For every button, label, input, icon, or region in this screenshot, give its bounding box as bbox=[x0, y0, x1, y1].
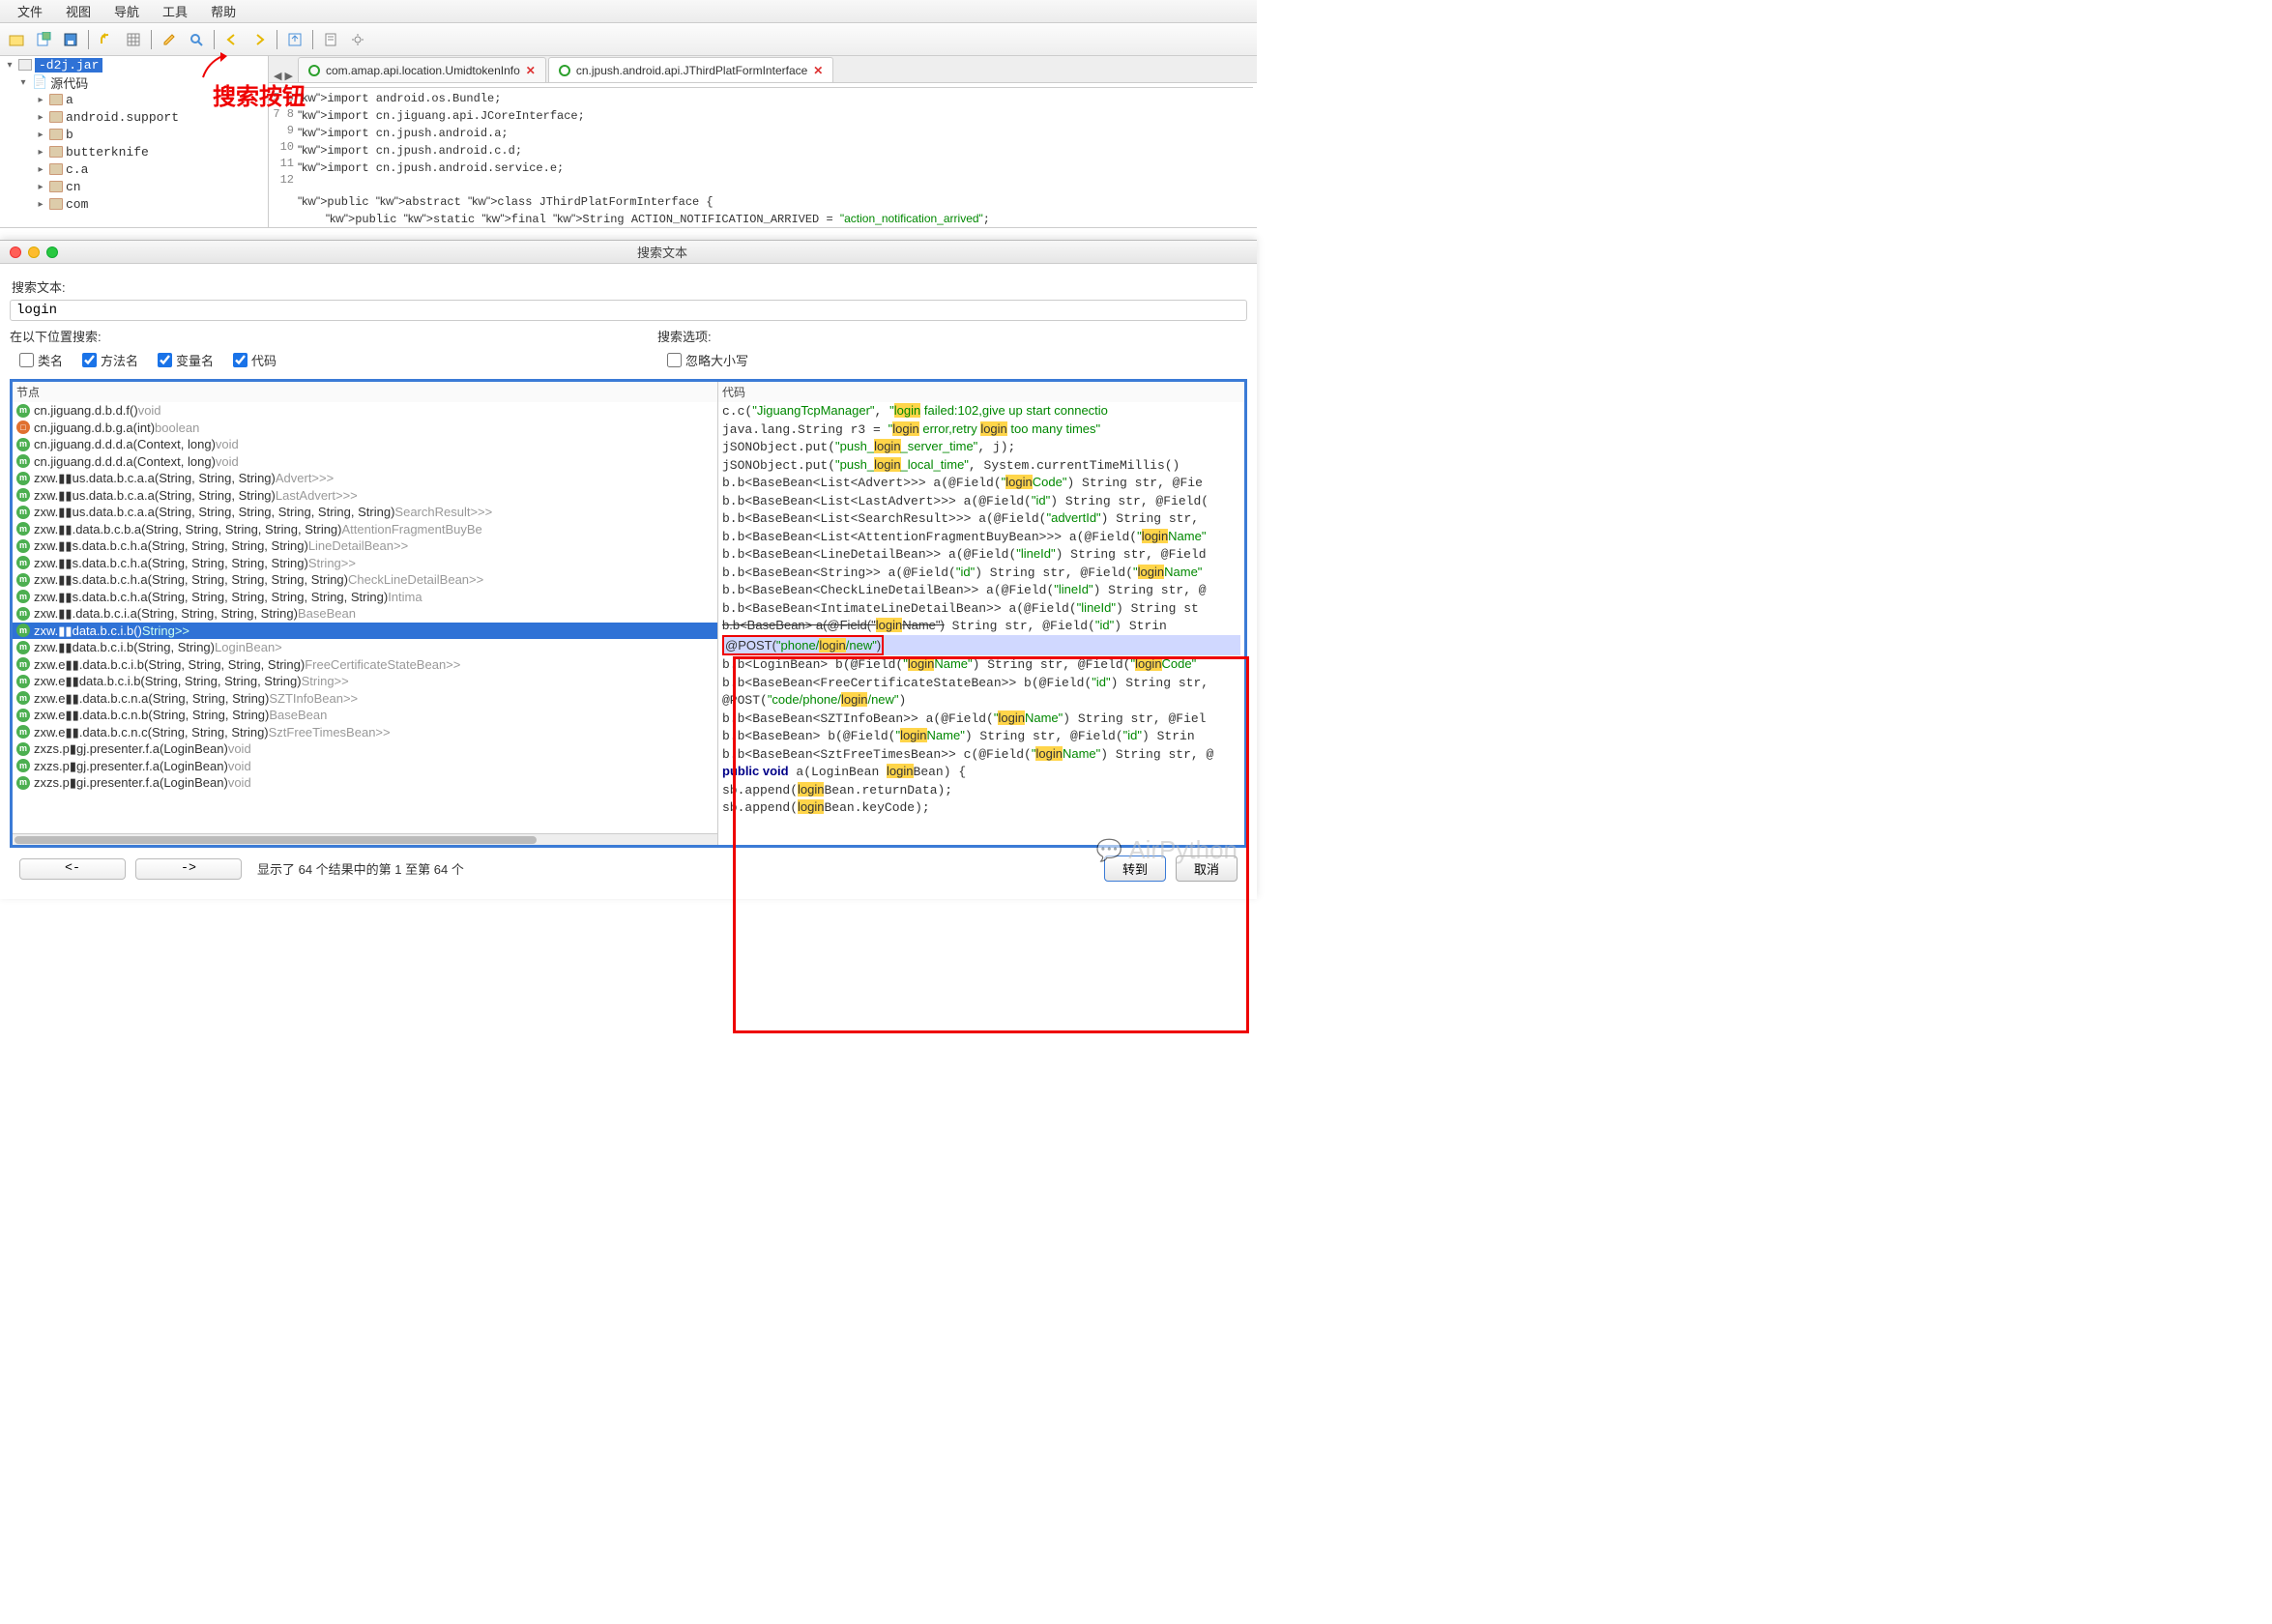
prev-button[interactable]: <- bbox=[19, 858, 126, 880]
tree-pkg[interactable]: ▸c.a bbox=[0, 160, 268, 178]
settings-icon[interactable] bbox=[345, 28, 370, 51]
main-area: ▾-d2j.jar ▾📄源代码 ▸a▸android.support▸b▸but… bbox=[0, 56, 1257, 228]
node-row[interactable]: mzxw.e▮▮.data.b.c.n.a(String, String, St… bbox=[13, 690, 717, 708]
dialog-footer: <- -> 显示了 64 个结果中的第 1 至第 64 个 转到 取消 bbox=[10, 848, 1247, 889]
save-icon[interactable] bbox=[58, 28, 83, 51]
tree-sources[interactable]: 源代码 bbox=[50, 73, 88, 92]
toolbar bbox=[0, 23, 1257, 56]
tree-pkg[interactable]: ▸android.support bbox=[0, 108, 268, 126]
node-row[interactable]: mzxw.▮▮us.data.b.c.a.a(String, String, S… bbox=[13, 504, 717, 521]
dialog-titlebar: 搜索文本 bbox=[0, 241, 1257, 264]
node-row[interactable]: mzxw.▮▮.data.b.c.i.a(String, String, Str… bbox=[13, 605, 717, 623]
code-editor[interactable]: 5 6 7 8 9 10 11 12 "kw">import android.o… bbox=[273, 87, 1253, 227]
search-options-label: 搜索选项: bbox=[657, 327, 712, 345]
project-tree[interactable]: ▾-d2j.jar ▾📄源代码 ▸a▸android.support▸b▸but… bbox=[0, 56, 269, 227]
search-in-fieldset: 在以下位置搜索: 类名 方法名 变量名 代码 bbox=[10, 327, 599, 369]
tree-pkg[interactable]: ▸butterknife bbox=[0, 143, 268, 160]
node-row[interactable]: mzxw.▮▮.data.b.c.b.a(String, String, Str… bbox=[13, 521, 717, 538]
search-in-label: 在以下位置搜索: bbox=[10, 327, 102, 345]
node-row[interactable]: mzxw.▮▮s.data.b.c.h.a(String, String, St… bbox=[13, 555, 717, 572]
node-row[interactable]: mzxw.▮▮s.data.b.c.h.a(String, String, St… bbox=[13, 589, 717, 606]
close-icon[interactable]: ✕ bbox=[813, 64, 823, 77]
tab-jthird[interactable]: cn.jpush.android.api.JThirdPlatFormInter… bbox=[548, 57, 834, 82]
code-preview[interactable]: c.c("JiguangTcpManager", "login failed:1… bbox=[718, 402, 1244, 845]
export-icon[interactable] bbox=[282, 28, 307, 51]
search-icon[interactable] bbox=[184, 28, 209, 51]
cb-class[interactable]: 类名 bbox=[19, 351, 63, 369]
cancel-button[interactable]: 取消 bbox=[1176, 856, 1238, 882]
col-node-header: 节点 bbox=[13, 382, 717, 402]
search-text-label: 搜索文本: bbox=[12, 277, 1245, 296]
window-zoom-icon[interactable] bbox=[46, 246, 58, 258]
cb-variable[interactable]: 变量名 bbox=[158, 351, 214, 369]
cb-method[interactable]: 方法名 bbox=[82, 351, 138, 369]
node-list[interactable]: mcn.jiguang.d.b.d.f() void□cn.jiguang.d.… bbox=[13, 402, 717, 833]
node-row[interactable]: mzxw.e▮▮.data.b.c.n.c(String, String, St… bbox=[13, 724, 717, 741]
node-row[interactable]: mzxw.▮▮s.data.b.c.h.a(String, String, St… bbox=[13, 537, 717, 555]
node-row[interactable]: □cn.jiguang.d.b.g.a(int) boolean bbox=[13, 420, 717, 437]
results-panel: 节点 mcn.jiguang.d.b.d.f() void□cn.jiguang… bbox=[10, 379, 1247, 848]
tree-pkg[interactable]: ▸a bbox=[0, 91, 268, 108]
undo-icon[interactable] bbox=[94, 28, 119, 51]
node-row[interactable]: mzxw.e▮▮.data.b.c.i.b(String, String, St… bbox=[13, 656, 717, 674]
node-row[interactable]: mzxw.▮▮s.data.b.c.h.a(String, String, St… bbox=[13, 571, 717, 589]
col-code-header: 代码 bbox=[718, 382, 1244, 402]
status-text: 显示了 64 个结果中的第 1 至第 64 个 bbox=[257, 859, 464, 878]
next-button[interactable]: -> bbox=[135, 858, 242, 880]
dialog-title: 搜索文本 bbox=[68, 243, 1257, 261]
node-row[interactable]: mzxw.▮▮us.data.b.c.a.a(String, String, S… bbox=[13, 487, 717, 505]
node-row[interactable]: mcn.jiguang.d.b.d.f() void bbox=[13, 402, 717, 420]
cb-code[interactable]: 代码 bbox=[233, 351, 277, 369]
node-row[interactable]: mzxw.▮▮data.b.c.i.b(String, String) Logi… bbox=[13, 639, 717, 656]
tab-umidtoken[interactable]: com.amap.api.location.UmidtokenInfo✕ bbox=[298, 57, 546, 82]
node-row[interactable]: mzxw.e▮▮data.b.c.i.b(String, String, Str… bbox=[13, 673, 717, 690]
grid-icon[interactable] bbox=[121, 28, 146, 51]
window-minimize-icon[interactable] bbox=[28, 246, 40, 258]
forward-icon[interactable] bbox=[247, 28, 272, 51]
search-input[interactable] bbox=[10, 300, 1247, 321]
class-icon bbox=[559, 65, 570, 76]
back-icon[interactable] bbox=[219, 28, 245, 51]
class-icon bbox=[308, 65, 320, 76]
window-close-icon[interactable] bbox=[10, 246, 21, 258]
tree-root[interactable]: -d2j.jar bbox=[35, 58, 102, 72]
menubar: 文件 视图 导航 工具 帮助 bbox=[0, 0, 1257, 23]
node-row[interactable]: mcn.jiguang.d.d.d.a(Context, long) void bbox=[13, 436, 717, 453]
node-row[interactable]: mcn.jiguang.d.d.d.a(Context, long) void bbox=[13, 453, 717, 471]
search-options-fieldset: 搜索选项: 忽略大小写 bbox=[657, 327, 1247, 369]
node-row[interactable]: mzxzs.p▮gj.presenter.f.a(LoginBean) void bbox=[13, 740, 717, 758]
menu-nav[interactable]: 导航 bbox=[102, 2, 151, 20]
edit-icon[interactable] bbox=[157, 28, 182, 51]
node-row[interactable]: mzxw.▮▮us.data.b.c.a.a(String, String, S… bbox=[13, 470, 717, 487]
new-file-icon[interactable] bbox=[31, 28, 56, 51]
tree-pkg[interactable]: ▸b bbox=[0, 126, 268, 143]
tree-pkg[interactable]: ▸cn bbox=[0, 178, 268, 195]
log-icon[interactable] bbox=[318, 28, 343, 51]
menu-tools[interactable]: 工具 bbox=[151, 2, 199, 20]
menu-file[interactable]: 文件 bbox=[6, 2, 54, 20]
tree-pkg[interactable]: ▸com bbox=[0, 195, 268, 213]
menu-help[interactable]: 帮助 bbox=[199, 2, 248, 20]
search-dialog: 搜索文本 搜索文本: 在以下位置搜索: 类名 方法名 变量名 代码 搜索选项: … bbox=[0, 240, 1257, 899]
node-row[interactable]: mzxw.e▮▮.data.b.c.n.b(String, String, St… bbox=[13, 707, 717, 724]
goto-button[interactable]: 转到 bbox=[1104, 856, 1166, 882]
open-file-icon[interactable] bbox=[4, 28, 29, 51]
cb-ignore-case[interactable]: 忽略大小写 bbox=[667, 351, 748, 369]
hscrollbar[interactable] bbox=[13, 833, 717, 845]
node-row[interactable]: mzxzs.p▮gi.presenter.f.a(LoginBean) void bbox=[13, 774, 717, 792]
node-row[interactable]: mzxzs.p▮gj.presenter.f.a(LoginBean) void bbox=[13, 758, 717, 775]
close-icon[interactable]: ✕ bbox=[526, 64, 536, 77]
editor-tabbar: ◀ ▶ com.amap.api.location.UmidtokenInfo✕… bbox=[269, 56, 1257, 83]
menu-view[interactable]: 视图 bbox=[54, 2, 102, 20]
node-row[interactable]: mzxw.▮▮data.b.c.i.b() String>> bbox=[13, 623, 717, 640]
